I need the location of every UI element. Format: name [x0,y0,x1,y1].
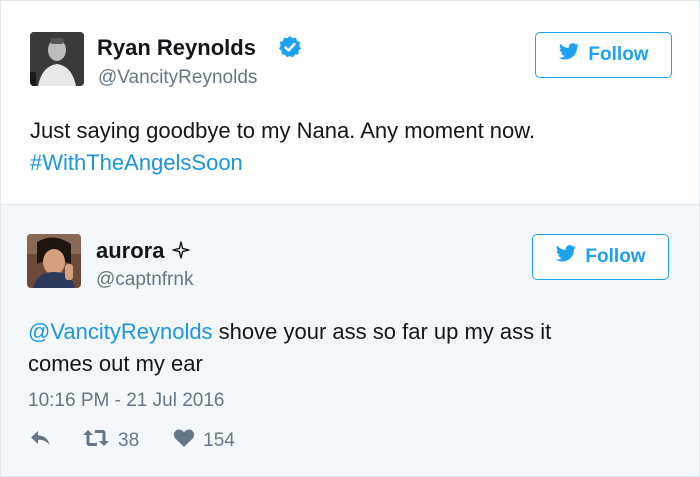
hashtag-link[interactable]: #WithTheAngelsSoon [30,147,670,179]
follow-label: Follow [588,44,649,65]
aurora-avatar[interactable] [27,234,81,288]
reply-button[interactable] [28,428,52,454]
ryan-reynolds-avatar[interactable] [30,32,84,86]
sparkle-icon [171,239,190,265]
heart-icon [173,428,195,454]
follow-button[interactable]: Follow [532,234,669,280]
like-count: 154 [203,430,235,451]
tweet-text: @VancityReynolds shove your ass so far u… [28,316,668,380]
author-handle[interactable]: @captnfrnk [96,269,193,291]
reply-icon [28,428,52,454]
mention-link[interactable]: @VancityReynolds [28,319,213,344]
retweet-icon [82,428,110,454]
tweet-text-line-2: comes out my ear [28,351,203,376]
tweet-text-part: shove your ass so far up my ass it [212,319,552,344]
twitter-bird-icon [555,245,577,269]
tweet-timestamp[interactable]: 10:16 PM - 21 Jul 2016 [28,390,224,412]
verified-badge-icon [278,35,302,59]
retweet-button[interactable]: 38 [82,428,139,454]
author-name[interactable]: aurora [96,238,190,265]
follow-label: Follow [585,246,646,267]
author-handle[interactable]: @VancityReynolds [98,67,257,89]
original-tweet-card: Ryan Reynolds @VancityReynolds Follow Ju… [0,0,700,205]
tweet-text-line: Just saying goodbye to my Nana. Any mome… [30,118,536,143]
author-name-text: aurora [96,238,165,263]
tweet-actions: 38 154 [28,426,235,456]
tweet-text: Just saying goodbye to my Nana. Any mome… [30,115,670,179]
like-button[interactable]: 154 [173,428,235,454]
twitter-bird-icon [558,43,580,67]
follow-button[interactable]: Follow [535,32,672,78]
retweet-count: 38 [118,430,140,451]
tweet-text-line-1: @VancityReynolds shove your ass so far u… [28,316,668,348]
author-name[interactable]: Ryan Reynolds [97,35,256,61]
